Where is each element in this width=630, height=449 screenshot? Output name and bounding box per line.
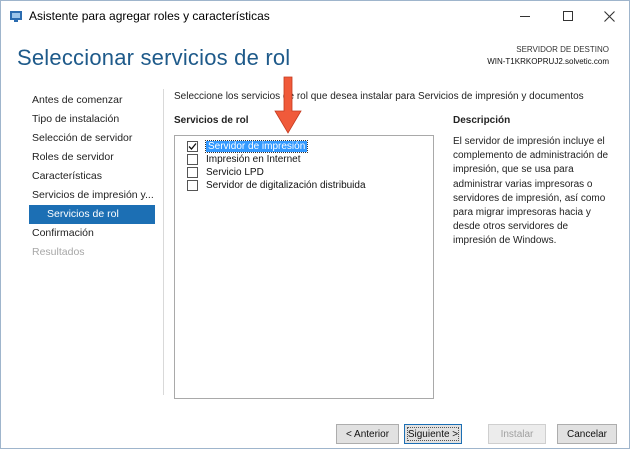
minimize-icon <box>520 15 530 17</box>
role-services-list: Servidor de impresión Impresión en Inter… <box>174 135 434 399</box>
close-button[interactable] <box>589 1 629 31</box>
cancel-button[interactable]: Cancelar <box>557 424 617 444</box>
nav-item-results: Resultados <box>32 246 85 258</box>
nav-item-confirmation[interactable]: Confirmación <box>29 224 155 243</box>
checkbox-print-server[interactable] <box>187 141 198 152</box>
role-item-lpd-service[interactable]: Servicio LPD <box>187 166 264 179</box>
window-title: Asistente para agregar roles y caracterí… <box>29 9 270 23</box>
page-title: Seleccionar servicios de rol <box>17 45 291 70</box>
nav-item-server-selection[interactable]: Selección de servidor <box>29 129 155 148</box>
maximize-icon <box>563 11 573 21</box>
close-icon <box>603 10 615 22</box>
check-icon <box>188 143 197 150</box>
nav-item-before-you-begin[interactable]: Antes de comenzar <box>29 91 155 110</box>
nav-item-installation-type[interactable]: Tipo de instalación <box>29 110 155 129</box>
role-item-distributed-scan-server[interactable]: Servidor de digitalización distribuida <box>187 179 366 192</box>
role-label[interactable]: Impresión en Internet <box>206 154 301 165</box>
role-item-internet-printing[interactable]: Impresión en Internet <box>187 153 301 166</box>
nav-item-role-services[interactable]: Servicios de rol <box>29 205 155 224</box>
checkbox-lpd-service[interactable] <box>187 167 198 178</box>
role-item-print-server[interactable]: Servidor de impresión <box>187 140 309 153</box>
nav-divider <box>163 89 164 395</box>
previous-button[interactable]: < Anterior <box>336 424 399 444</box>
role-label[interactable]: Servicio LPD <box>206 167 264 178</box>
next-button[interactable]: Siguiente > <box>404 424 462 444</box>
roles-header: Servicios de rol <box>174 115 249 126</box>
minimize-button[interactable] <box>505 1 545 31</box>
server-manager-icon <box>10 11 22 22</box>
install-button: Instalar <box>488 424 546 444</box>
description-text: El servidor de impresión incluye el comp… <box>453 136 609 247</box>
role-label[interactable]: Servidor de impresión <box>204 140 309 153</box>
pointer-arrow-icon <box>274 76 302 134</box>
wizard-nav: Antes de comenzar Tipo de instalación Se… <box>29 91 155 262</box>
nav-item-server-roles[interactable]: Roles de servidor <box>29 148 155 167</box>
maximize-button[interactable] <box>548 1 588 31</box>
nav-item-features[interactable]: Características <box>29 167 155 186</box>
footer-divider <box>1 411 629 412</box>
instruction-text: Seleccione los servicios de rol que dese… <box>174 91 584 102</box>
description-header: Descripción <box>453 115 511 126</box>
wizard-window: Asistente para agregar roles y caracterí… <box>0 0 630 449</box>
nav-item-print-services[interactable]: Servicios de impresión y... <box>29 186 155 205</box>
role-label[interactable]: Servidor de digitalización distribuida <box>206 180 366 191</box>
destination-server-label: SERVIDOR DE DESTINO <box>516 45 609 54</box>
checkbox-internet-printing[interactable] <box>187 154 198 165</box>
destination-server-name: WIN-T1KRKOPRUJ2.solvetic.com <box>487 57 609 66</box>
title-bar[interactable]: Asistente para agregar roles y caracterí… <box>1 1 629 31</box>
checkbox-distributed-scan-server[interactable] <box>187 180 198 191</box>
